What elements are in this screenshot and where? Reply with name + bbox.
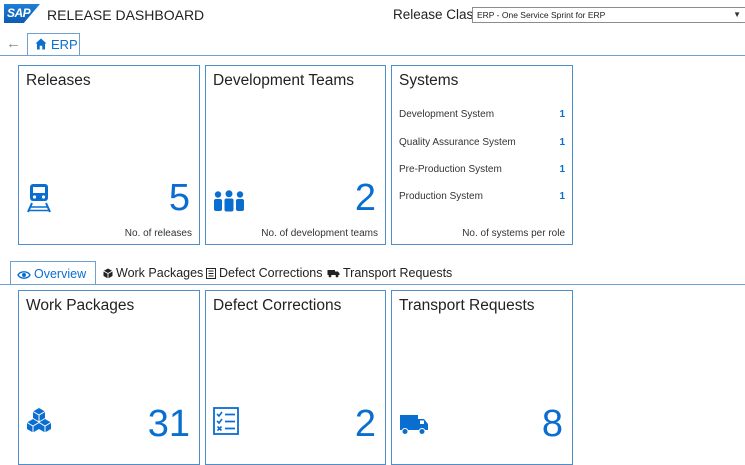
tab-erp-label: ERP bbox=[51, 37, 78, 52]
release-class-value: ERP - One Service Sprint for ERP bbox=[477, 10, 606, 20]
releases-value: 5 bbox=[168, 177, 190, 219]
tab-work-packages[interactable]: Work Packages bbox=[103, 261, 203, 285]
system-row: Quality Assurance System 1 bbox=[399, 137, 565, 148]
system-row-label: Development System bbox=[399, 109, 495, 120]
tab-defect-corrections-label: Defect Corrections bbox=[219, 266, 323, 280]
system-row-label: Quality Assurance System bbox=[399, 137, 516, 148]
development-teams-footer: No. of development teams bbox=[261, 228, 378, 239]
release-class-label: Release Class: bbox=[393, 7, 484, 22]
nav-bar: ← ERP bbox=[0, 32, 745, 56]
tab-overview[interactable]: Overview bbox=[10, 261, 96, 285]
systems-title: Systems bbox=[399, 72, 459, 89]
app-title: RELEASE DASHBOARD bbox=[47, 7, 205, 23]
tab-overview-label: Overview bbox=[34, 267, 87, 281]
system-row-count: 1 bbox=[559, 164, 565, 175]
train-icon bbox=[27, 184, 51, 213]
top-bar: SAP RELEASE DASHBOARD Release Class: ERP… bbox=[0, 0, 745, 30]
cube-icon bbox=[103, 268, 113, 279]
eye-icon bbox=[17, 270, 31, 279]
system-row: Production System 1 bbox=[399, 191, 565, 202]
work-packages-title: Work Packages bbox=[26, 297, 135, 314]
releases-tile[interactable]: Releases 5 No. of releases bbox=[18, 65, 200, 245]
checklist-icon bbox=[213, 407, 239, 435]
truck-icon bbox=[327, 270, 340, 278]
nav-divider bbox=[0, 55, 745, 56]
tab-work-packages-label: Work Packages bbox=[116, 266, 204, 280]
system-row-count: 1 bbox=[559, 109, 565, 120]
releases-footer: No. of releases bbox=[124, 228, 192, 239]
back-arrow-icon[interactable]: ← bbox=[6, 35, 21, 52]
work-packages-value: 31 bbox=[147, 403, 190, 445]
tab-transport-requests[interactable]: Transport Requests bbox=[327, 261, 452, 285]
development-teams-value: 2 bbox=[354, 177, 376, 219]
systems-footer: No. of systems per role bbox=[462, 228, 565, 239]
system-row-label: Pre-Production System bbox=[399, 164, 502, 175]
transport-requests-title: Transport Requests bbox=[399, 297, 535, 314]
system-row-label: Production System bbox=[399, 191, 483, 202]
system-row: Pre-Production System 1 bbox=[399, 164, 565, 175]
tab-defect-corrections[interactable]: Defect Corrections bbox=[206, 261, 323, 285]
transport-requests-tile[interactable]: Transport Requests 8 bbox=[391, 290, 573, 465]
sap-logo: SAP bbox=[4, 4, 40, 23]
cubes-icon bbox=[26, 408, 52, 433]
defect-corrections-title: Defect Corrections bbox=[213, 297, 342, 314]
system-row-count: 1 bbox=[559, 191, 565, 202]
truck-icon bbox=[400, 415, 428, 435]
development-teams-title: Development Teams bbox=[213, 72, 355, 89]
releases-title: Releases bbox=[26, 72, 91, 89]
systems-tile[interactable]: Systems Development System 1 Quality Ass… bbox=[391, 65, 573, 245]
home-icon bbox=[35, 38, 47, 50]
defect-corrections-value: 2 bbox=[354, 403, 376, 445]
development-teams-tile[interactable]: Development Teams 2 No. of development t… bbox=[205, 65, 386, 245]
section-tab-bar: Overview Work Packages Defect Correction… bbox=[0, 261, 745, 285]
system-row: Development System 1 bbox=[399, 109, 565, 120]
work-packages-tile[interactable]: Work Packages 31 bbox=[18, 290, 200, 465]
list-icon bbox=[206, 268, 216, 280]
release-class-select[interactable]: ERP - One Service Sprint for ERP ▼ bbox=[472, 7, 745, 23]
chevron-down-icon: ▼ bbox=[733, 10, 741, 19]
transport-requests-value: 8 bbox=[541, 403, 563, 445]
team-icon bbox=[214, 190, 244, 212]
defect-corrections-tile[interactable]: Defect Corrections 2 bbox=[205, 290, 386, 465]
tab-erp[interactable]: ERP bbox=[27, 33, 80, 55]
tab-divider bbox=[0, 284, 745, 285]
system-row-count: 1 bbox=[559, 137, 565, 148]
tab-transport-requests-label: Transport Requests bbox=[343, 266, 453, 280]
